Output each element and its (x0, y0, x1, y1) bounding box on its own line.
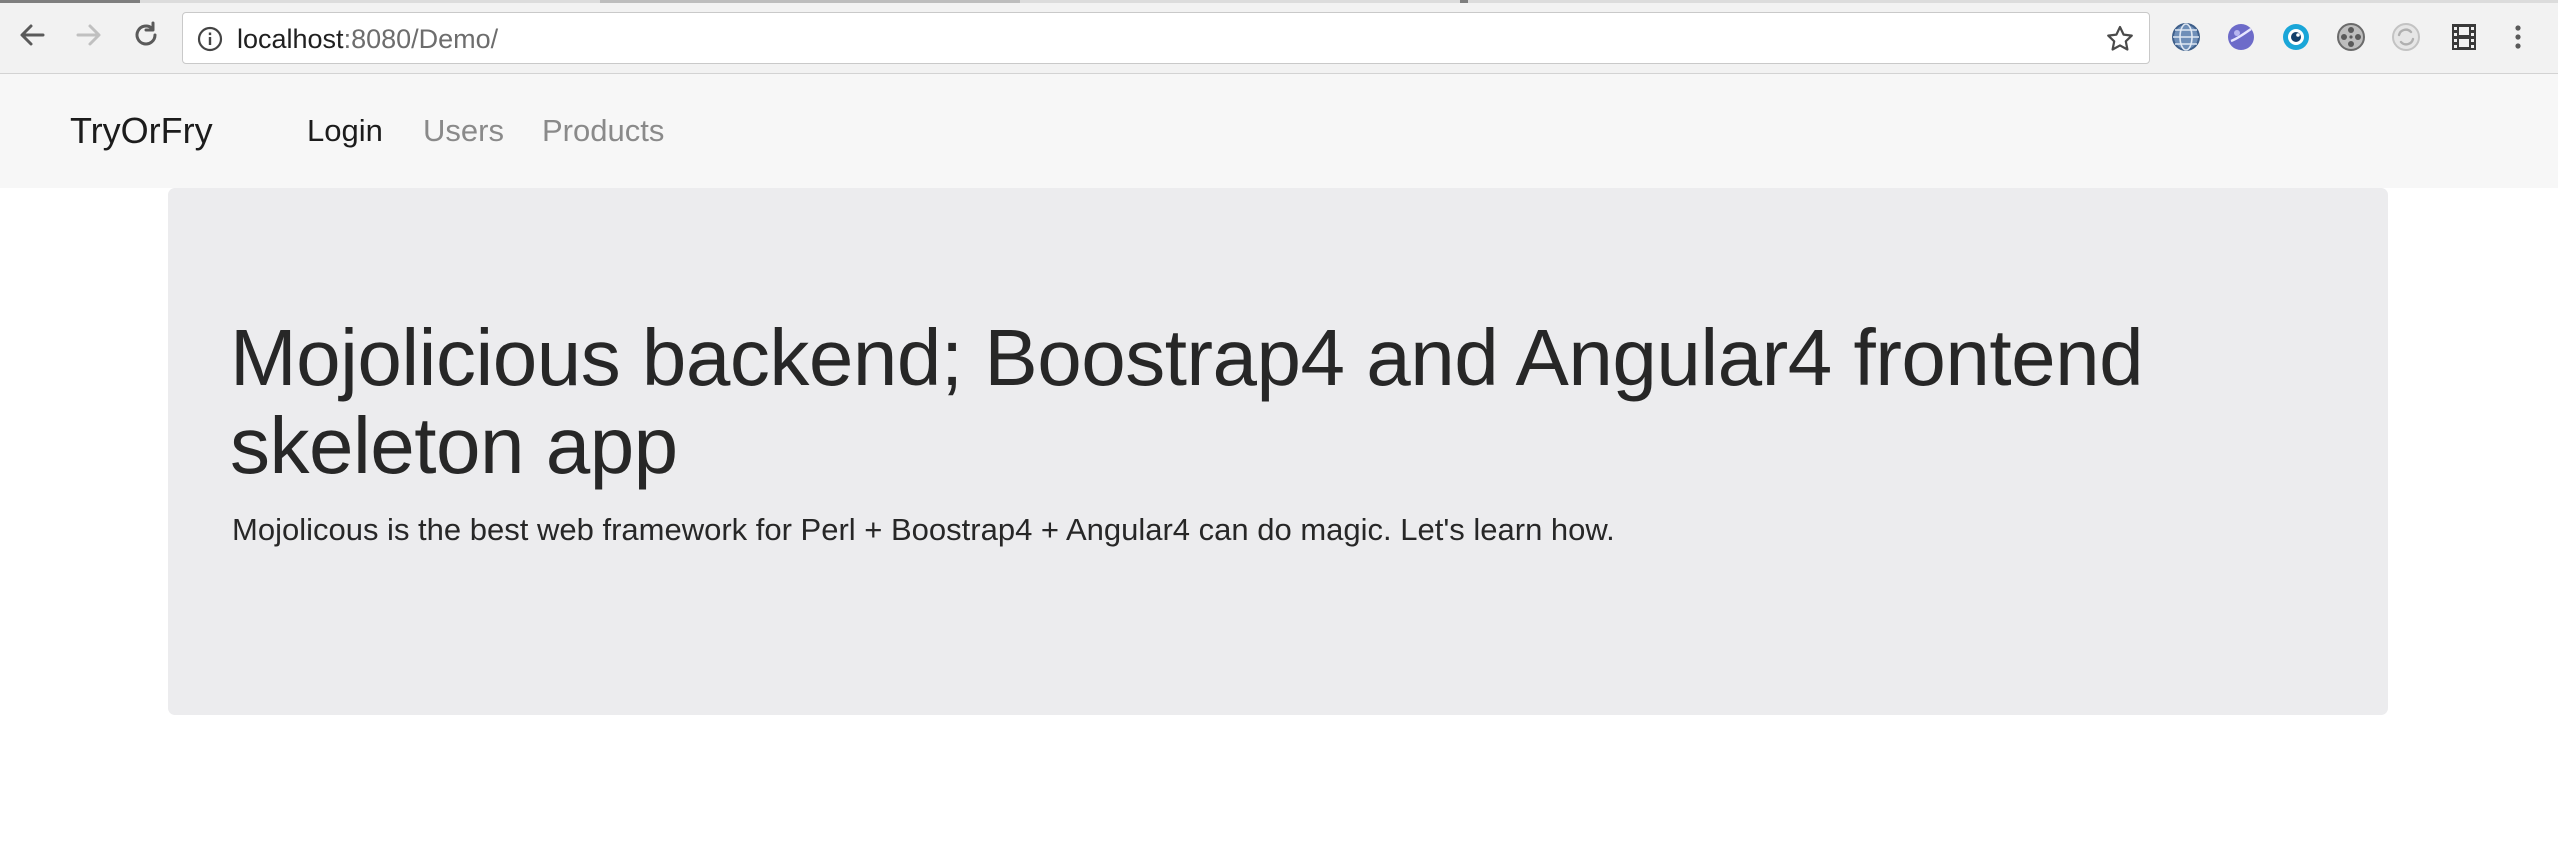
nav-link-users[interactable]: Users (423, 113, 504, 149)
reload-icon[interactable] (129, 18, 163, 52)
filmstrip-icon[interactable] (2446, 19, 2482, 55)
nav-link-login[interactable]: Login (307, 113, 383, 149)
url-path: :8080/Demo/ (343, 24, 499, 54)
kebab-menu-icon[interactable] (2504, 19, 2532, 55)
globe-icon[interactable] (2168, 19, 2204, 55)
forward-arrow-icon[interactable] (72, 18, 106, 52)
jumbotron-heading: Mojolicious backend; Boostrap4 and Angul… (230, 313, 2144, 490)
address-bar[interactable]: localhost:8080/Demo/ (182, 12, 2150, 64)
film-reel-icon[interactable] (2333, 19, 2369, 55)
site-navbar: TryOrFry Login Users Products (0, 74, 2558, 188)
sync-icon[interactable] (2388, 19, 2424, 55)
tab-strip-edge (0, 0, 2558, 3)
star-icon[interactable] (2105, 24, 2135, 59)
url-text[interactable]: localhost:8080/Demo/ (237, 24, 498, 54)
navbar-brand[interactable]: TryOrFry (70, 111, 213, 151)
jumbotron-lead: Mojolicous is the best web framework for… (232, 512, 1615, 547)
eye-icon[interactable] (2278, 19, 2314, 55)
url-host: localhost (237, 24, 344, 54)
jumbotron: Mojolicious backend; Boostrap4 and Angul… (168, 188, 2388, 715)
back-arrow-icon[interactable] (15, 18, 49, 52)
planet-icon[interactable] (2223, 19, 2259, 55)
browser-toolbar: localhost:8080/Demo/ (0, 0, 2558, 74)
nav-link-products[interactable]: Products (542, 113, 664, 149)
info-icon[interactable] (197, 26, 223, 57)
